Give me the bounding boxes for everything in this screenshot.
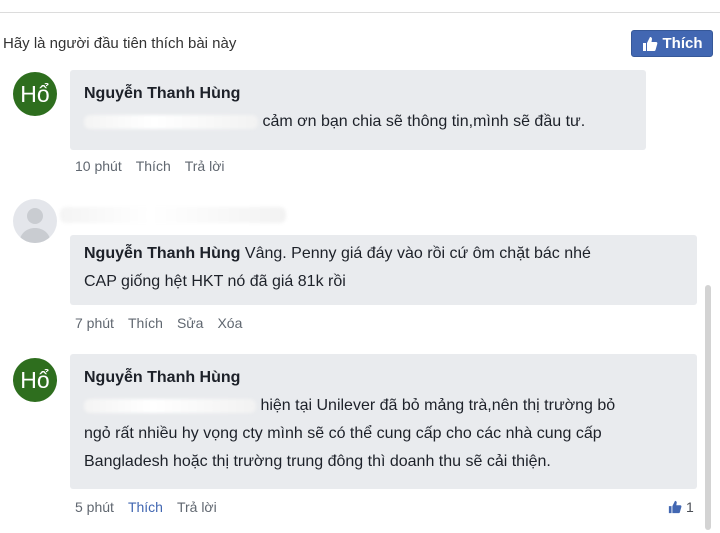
avatar-label: Hổ (20, 80, 50, 107)
default-user-icon (19, 208, 51, 243)
comment-author[interactable]: Nguyễn Thanh Hùng (84, 369, 240, 386)
comment-text-line: hiện tại Unilever đã bỏ mảng trà,nên thị… (260, 397, 616, 414)
thumbs-up-icon (668, 500, 682, 514)
comment-time[interactable]: 10 phút (75, 158, 122, 174)
comment-edit-link[interactable]: Sửa (177, 315, 204, 331)
comment-text-line: Vâng. Penny giá đáy vào rồi cứ ôm chặt b… (244, 245, 591, 262)
redacted-mention (84, 114, 258, 129)
redacted-mention (84, 398, 256, 413)
comment-author[interactable]: Nguyễn Thanh Hùng (84, 85, 240, 102)
comment-bubble: Nguyễn Thanh Hùng Vâng. Penny giá đáy và… (70, 235, 697, 305)
comment-text-line: CAP giống hệt HKT nó đã giá 81k rồi (84, 273, 346, 290)
comment-like-link[interactable]: Thích (128, 499, 163, 515)
comment-reply-link[interactable]: Trả lời (185, 158, 225, 174)
like-prompt: Hãy là người đầu tiên thích bài này (3, 35, 237, 52)
comment-bubble: Nguyễn Thanh Hùng hiện tại Unilever đã b… (70, 354, 697, 489)
top-divider (0, 12, 720, 13)
comment-actions: 5 phút Thích Trả lời (75, 499, 217, 515)
scrollbar[interactable] (705, 285, 711, 530)
comment-author[interactable]: Nguyễn Thanh Hùng (84, 245, 240, 262)
comment-time[interactable]: 5 phút (75, 499, 114, 515)
avatar[interactable]: Hổ (13, 72, 57, 116)
avatar[interactable] (13, 199, 57, 243)
like-count: 1 (686, 499, 694, 515)
comment-bubble: Nguyễn Thanh Hùng cảm ơn bạn chia sẽ thô… (70, 70, 646, 150)
comment-like-link[interactable]: Thích (128, 315, 163, 331)
avatar[interactable]: Hổ (13, 358, 57, 402)
like-bar: Hãy là người đầu tiên thích bài này Thíc… (0, 30, 720, 60)
comment-reply-link[interactable]: Trả lời (177, 499, 217, 515)
comment-like-counter[interactable]: 1 (668, 499, 694, 515)
comment-text-line: ngỏ rất nhiều hy vọng cty mình sẽ có thể… (84, 425, 602, 442)
comment-like-link[interactable]: Thích (136, 158, 171, 174)
comment-text-line: Bangladesh hoặc thị trường trung đông th… (84, 453, 551, 470)
like-button-label: Thích (662, 35, 703, 52)
comment-delete-link[interactable]: Xóa (217, 315, 242, 331)
like-page-button[interactable]: Thích (631, 30, 713, 57)
thumbs-up-icon (642, 36, 657, 51)
comment-actions: 10 phút Thích Trả lời (75, 158, 225, 174)
redacted-name (60, 207, 286, 223)
comment-text: cảm ơn bạn chia sẽ thông tin,mình sẽ đầu… (262, 113, 586, 130)
avatar-label: Hổ (20, 366, 50, 393)
comment-time[interactable]: 7 phút (75, 315, 114, 331)
comment-actions: 7 phút Thích Sửa Xóa (75, 315, 242, 331)
